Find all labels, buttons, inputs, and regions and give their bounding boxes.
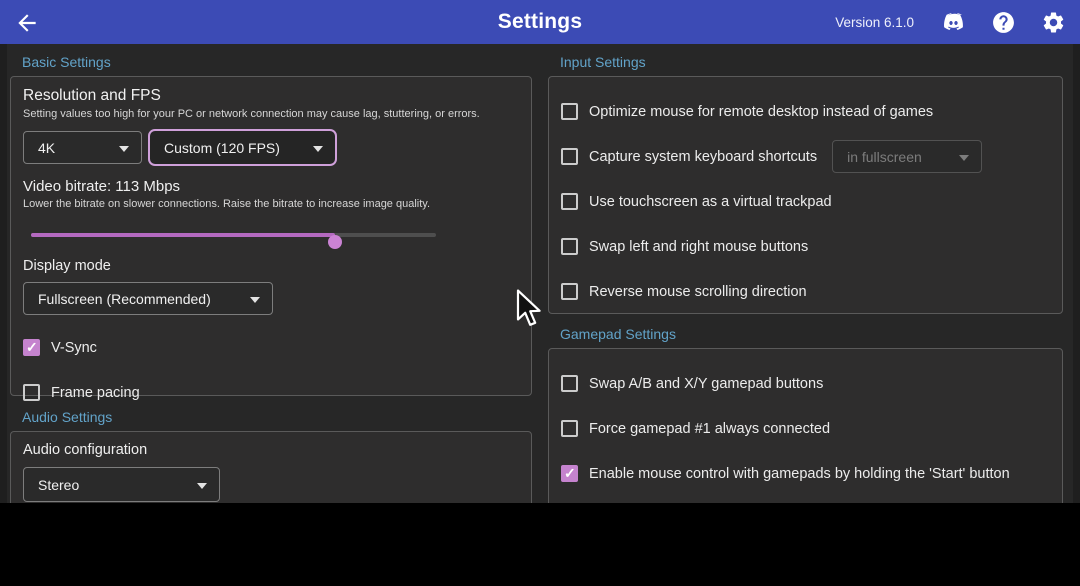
capture-shortcuts-checkbox-row[interactable]: Capture system keyboard shortcuts in ful… — [561, 134, 1050, 179]
frame-pacing-label: Frame pacing — [51, 385, 140, 401]
top-bar-actions: Version 6.1.0 — [835, 0, 1066, 44]
chevron-down-icon — [959, 155, 969, 161]
capture-shortcuts-mode-value: in fullscreen — [847, 149, 922, 165]
swap-gamepad-buttons-checkbox[interactable] — [561, 375, 578, 392]
force-gamepad-checkbox-row[interactable]: Force gamepad #1 always connected — [561, 406, 1050, 451]
optimize-mouse-checkbox[interactable] — [561, 103, 578, 120]
audio-settings-group: Audio configuration Stereo — [10, 431, 532, 503]
resolution-fps-description: Setting values too high for your PC or n… — [23, 108, 519, 120]
scrollbar-track[interactable] — [1073, 44, 1080, 503]
display-mode-label: Display mode — [23, 258, 519, 274]
settings-content: Basic Settings Resolution and FPS Settin… — [0, 44, 1080, 503]
swap-gamepad-buttons-label: Swap A/B and X/Y gamepad buttons — [589, 376, 823, 392]
reverse-scrolling-checkbox[interactable] — [561, 283, 578, 300]
display-mode-value: Fullscreen (Recommended) — [38, 291, 211, 307]
touchscreen-trackpad-label: Use touchscreen as a virtual trackpad — [589, 194, 832, 210]
chevron-down-icon — [250, 297, 260, 303]
settings-button[interactable] — [1040, 9, 1066, 35]
mouse-control-gamepad-label: Enable mouse control with gamepads by ho… — [589, 466, 1010, 482]
swap-mouse-buttons-checkbox[interactable] — [561, 238, 578, 255]
touchscreen-trackpad-checkbox[interactable] — [561, 193, 578, 210]
slider-handle[interactable] — [328, 235, 342, 249]
capture-shortcuts-checkbox[interactable] — [561, 148, 578, 165]
swap-gamepad-buttons-checkbox-row[interactable]: Swap A/B and X/Y gamepad buttons — [561, 361, 1050, 406]
help-button[interactable] — [990, 9, 1016, 35]
input-settings-header: Input Settings — [560, 54, 646, 70]
vsync-checkbox-row[interactable]: V-Sync — [23, 325, 519, 370]
version-label: Version 6.1.0 — [835, 15, 914, 30]
input-settings-group: Optimize mouse for remote desktop instea… — [548, 76, 1063, 314]
settings-screen: Settings Version 6.1.0 — [0, 0, 1080, 586]
bitrate-description: Lower the bitrate on slower connections.… — [23, 198, 519, 210]
resolution-dropdown[interactable]: 4K — [23, 131, 142, 164]
capture-shortcuts-label: Capture system keyboard shortcuts — [589, 149, 817, 165]
capture-shortcuts-mode-dropdown: in fullscreen — [832, 140, 982, 173]
help-icon — [991, 10, 1016, 35]
discord-button[interactable] — [940, 9, 966, 35]
gear-icon — [1041, 10, 1066, 35]
force-gamepad-checkbox[interactable] — [561, 420, 578, 437]
chevron-down-icon — [119, 146, 129, 152]
bitrate-slider[interactable] — [31, 228, 436, 242]
gamepad-settings-group: Swap A/B and X/Y gamepad buttons Force g… — [548, 348, 1063, 503]
basic-settings-group: Resolution and FPS Setting values too hi… — [10, 76, 532, 396]
audio-configuration-dropdown[interactable]: Stereo — [23, 467, 220, 502]
reverse-scrolling-checkbox-row[interactable]: Reverse mouse scrolling direction — [561, 269, 1050, 314]
frame-pacing-checkbox[interactable] — [23, 384, 40, 401]
left-edge — [0, 44, 7, 503]
audio-configuration-value: Stereo — [38, 477, 79, 493]
resolution-fps-title: Resolution and FPS — [23, 87, 519, 105]
optimize-mouse-checkbox-row[interactable]: Optimize mouse for remote desktop instea… — [561, 89, 1050, 134]
touchscreen-trackpad-checkbox-row[interactable]: Use touchscreen as a virtual trackpad — [561, 179, 1050, 224]
swap-mouse-buttons-label: Swap left and right mouse buttons — [589, 239, 808, 255]
chevron-down-icon — [313, 146, 323, 152]
mouse-control-gamepad-checkbox[interactable] — [561, 465, 578, 482]
optimize-mouse-label: Optimize mouse for remote desktop instea… — [589, 104, 933, 120]
gamepad-settings-header: Gamepad Settings — [560, 326, 676, 342]
chevron-down-icon — [197, 483, 207, 489]
vsync-label: V-Sync — [51, 340, 97, 356]
audio-settings-header: Audio Settings — [22, 409, 112, 425]
mouse-control-gamepad-checkbox-row[interactable]: Enable mouse control with gamepads by ho… — [561, 451, 1050, 496]
top-bar: Settings Version 6.1.0 — [0, 0, 1080, 44]
fps-value: Custom (120 FPS) — [164, 140, 280, 156]
reverse-scrolling-label: Reverse mouse scrolling direction — [589, 284, 807, 300]
discord-icon — [941, 10, 966, 35]
fps-dropdown[interactable]: Custom (120 FPS) — [148, 129, 337, 166]
bitrate-title: Video bitrate: 113 Mbps — [23, 178, 519, 195]
swap-mouse-buttons-checkbox-row[interactable]: Swap left and right mouse buttons — [561, 224, 1050, 269]
audio-configuration-label: Audio configuration — [23, 442, 519, 458]
display-mode-dropdown[interactable]: Fullscreen (Recommended) — [23, 282, 273, 315]
force-gamepad-label: Force gamepad #1 always connected — [589, 421, 830, 437]
vsync-checkbox[interactable] — [23, 339, 40, 356]
bitrate-slider-fill — [31, 233, 335, 237]
basic-settings-header: Basic Settings — [22, 54, 111, 70]
resolution-value: 4K — [38, 140, 55, 156]
